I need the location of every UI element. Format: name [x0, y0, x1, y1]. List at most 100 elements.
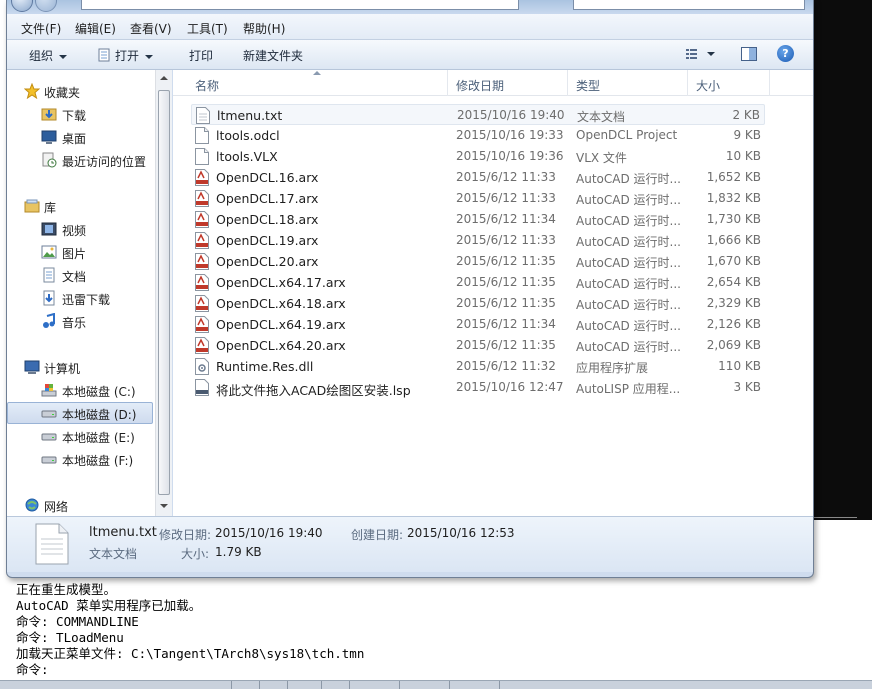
nav-videos[interactable]: 视频 [7, 218, 153, 240]
file-type: AutoCAD 运行时... [576, 319, 681, 333]
nav-desktop[interactable]: 桌面 [7, 126, 153, 148]
command-history: 正在重生成模型。 AutoCAD 菜单实用程序已加载。 命令: COMMANDLIN… [16, 582, 364, 678]
nav-favorites[interactable]: 收藏夹 [7, 80, 153, 102]
nav-network[interactable]: 网络 [7, 494, 153, 516]
hard-drive-icon [41, 433, 57, 441]
print-button[interactable]: 打印 [189, 47, 213, 64]
help-button[interactable]: ? [777, 45, 794, 62]
hard-drive-icon [41, 456, 57, 464]
menu-help[interactable]: 帮助(H) [243, 20, 285, 37]
recent-places-icon [42, 152, 57, 168]
file-row[interactable]: OpenDCL.18.arx 2015/6/12 11:34 AutoCAD 运行时… [191, 209, 765, 230]
column-divider[interactable] [447, 70, 448, 96]
file-size: 2,654 KB [706, 275, 761, 289]
nav-recent-places[interactable]: 最近访问的位置 [7, 149, 153, 171]
menu-view[interactable]: 查看(V) [130, 20, 172, 37]
new-folder-button[interactable]: 新建文件夹 [243, 47, 303, 64]
file-size: 1,652 KB [706, 170, 761, 184]
change-view-button[interactable] [685, 46, 715, 62]
nav-documents[interactable]: 文档 [7, 264, 153, 286]
file-name: OpenDCL.17.arx [216, 191, 319, 206]
column-header-type[interactable]: 类型 [576, 77, 600, 94]
file-row[interactable]: ltools.odcl 2015/10/16 19:33 OpenDCL Proje… [191, 125, 765, 146]
nav-label: 桌面 [62, 132, 87, 146]
nav-xunlei-downloads[interactable]: 迅雷下载 [7, 287, 153, 309]
nav-drive-c[interactable]: 本地磁盘 (C:) [7, 379, 153, 401]
scroll-down-button[interactable] [156, 498, 172, 514]
scroll-thumb[interactable] [158, 90, 170, 495]
system-drive-icon [41, 384, 57, 397]
file-row[interactable]: Runtime.Res.dll 2015/6/12 11:32 应用程序扩展 110 … [191, 356, 765, 377]
arx-file-icon [195, 316, 209, 333]
column-header-size[interactable]: 大小 [696, 77, 720, 94]
file-name: OpenDCL.x64.17.arx [216, 275, 346, 290]
nav-libraries[interactable]: 库 [7, 195, 153, 217]
nav-music[interactable]: 音乐 [7, 310, 153, 332]
detail-created-value: 2015/10/16 12:53 [407, 526, 515, 540]
column-divider[interactable] [567, 70, 568, 96]
menu-tools[interactable]: 工具(T) [187, 20, 228, 37]
file-row[interactable]: ltools.VLX 2015/10/16 19:36 VLX 文件 10 KB [191, 146, 765, 167]
forward-button[interactable] [35, 0, 57, 12]
detail-file-type: 文本文档 [89, 547, 138, 561]
file-date: 2015/6/12 11:35 [456, 254, 556, 268]
star-icon [24, 83, 40, 99]
file-row[interactable]: OpenDCL.20.arx 2015/6/12 11:35 AutoCAD 运行时… [191, 251, 765, 272]
file-date: 2015/6/12 11:34 [456, 317, 556, 331]
file-row[interactable]: OpenDCL.17.arx 2015/6/12 11:33 AutoCAD 运行时… [191, 188, 765, 209]
file-date: 2015/6/12 11:35 [456, 296, 556, 310]
nav-pictures[interactable]: 图片 [7, 241, 153, 263]
column-header-date[interactable]: 修改日期 [456, 77, 504, 94]
file-type: AutoCAD 运行时... [576, 340, 681, 354]
command-line[interactable]: 命令: [16, 662, 364, 678]
blank-file-icon [195, 148, 209, 165]
preview-pane-button[interactable] [740, 46, 758, 62]
nav-label: 文档 [62, 270, 87, 284]
file-date: 2015/10/16 19:36 [456, 149, 564, 163]
organize-button[interactable]: 组织 [29, 47, 68, 64]
open-button[interactable]: 打开 [97, 47, 154, 64]
search-input[interactable] [573, 0, 805, 10]
nav-drive-d[interactable]: 本地磁盘 (D:) [7, 402, 153, 424]
nav-drive-f[interactable]: 本地磁盘 (F:) [7, 448, 153, 470]
file-row[interactable]: ltmenu.txt 2015/10/16 19:40 文本文档 2 KB [191, 104, 765, 125]
file-date: 2015/6/12 11:33 [456, 170, 556, 184]
chevron-down-icon [59, 54, 68, 59]
file-row[interactable]: OpenDCL.x64.20.arx 2015/6/12 11:35 AutoCAD… [191, 335, 765, 356]
download-folder-icon [41, 108, 57, 121]
arx-file-icon [195, 274, 209, 291]
file-row[interactable]: OpenDCL.x64.18.arx 2015/6/12 11:35 AutoCAD… [191, 293, 765, 314]
file-row[interactable]: OpenDCL.16.arx 2015/6/12 11:33 AutoCAD 运行时… [191, 167, 765, 188]
command-line: 正在重生成模型。 [16, 582, 117, 597]
file-size: 3 KB [733, 380, 761, 394]
command-line: 命令: COMMANDLINE [16, 614, 139, 629]
column-divider[interactable] [687, 70, 688, 96]
file-size: 110 KB [718, 359, 761, 373]
nav-downloads[interactable]: 下载 [7, 103, 153, 125]
navigation-scrollbar[interactable] [155, 70, 172, 516]
nav-label: 收藏夹 [44, 86, 81, 100]
file-list: 名称 修改日期 类型 大小 ltmenu.txt 2015/10/16 19:40… [173, 70, 813, 516]
nav-drive-e[interactable]: 本地磁盘 (E:) [7, 425, 153, 447]
file-row[interactable]: 将此文件拖入ACAD绘图区安装.lsp 2015/10/16 12:47 AutoL… [191, 377, 765, 398]
desktop-icon [41, 130, 57, 144]
column-header-name[interactable]: 名称 [195, 77, 219, 94]
file-date: 2015/6/12 11:33 [456, 191, 556, 205]
file-name: ltmenu.txt [217, 108, 283, 123]
scroll-up-button[interactable] [156, 70, 172, 86]
file-size: 10 KB [725, 149, 761, 163]
arx-file-icon [195, 232, 209, 249]
view-options-icon [686, 49, 715, 59]
address-bar[interactable] [81, 0, 519, 10]
file-type: AutoCAD 运行时... [576, 193, 681, 207]
menu-file[interactable]: 文件(F) [21, 20, 61, 37]
file-row[interactable]: OpenDCL.19.arx 2015/6/12 11:33 AutoCAD 运行时… [191, 230, 765, 251]
column-divider[interactable] [769, 70, 770, 96]
file-row[interactable]: OpenDCL.x64.19.arx 2015/6/12 11:34 AutoCAD… [191, 314, 765, 335]
file-row[interactable]: OpenDCL.x64.17.arx 2015/6/12 11:35 AutoCAD… [191, 272, 765, 293]
back-button[interactable] [11, 0, 33, 12]
menu-edit[interactable]: 编辑(E) [75, 20, 116, 37]
arx-file-icon [195, 211, 209, 228]
nav-computer[interactable]: 计算机 [7, 356, 153, 378]
file-type: AutoCAD 运行时... [576, 172, 681, 186]
